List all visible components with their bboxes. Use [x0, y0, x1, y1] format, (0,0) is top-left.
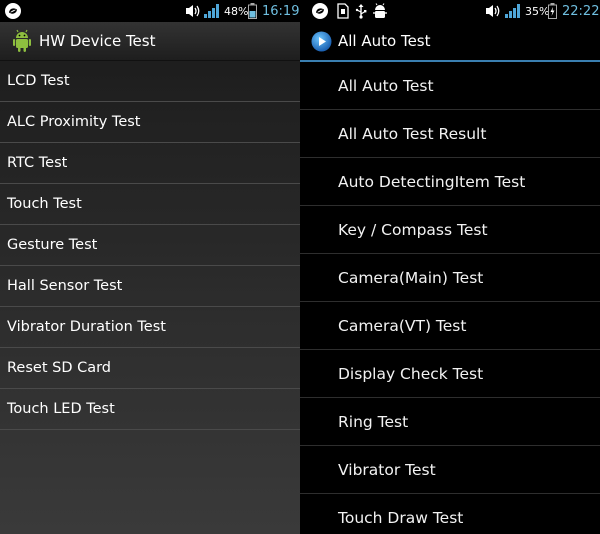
list-item[interactable]: Touch LED Test — [0, 389, 300, 430]
usb-icon — [354, 0, 368, 22]
clock: 22:22 — [562, 3, 600, 19]
page-title: All Auto Test — [338, 32, 431, 50]
clock: 16:19 — [262, 3, 300, 19]
title-bar: HW Device Test — [0, 22, 300, 61]
android-debug-icon — [372, 0, 388, 22]
list-item[interactable]: Key / Compass Test — [300, 206, 600, 254]
list-item[interactable]: All Auto Test Result — [300, 110, 600, 158]
play-circle-icon — [311, 31, 332, 52]
sync-swirl-icon — [4, 0, 22, 22]
list-item[interactable]: ALC Proximity Test — [0, 102, 300, 143]
list-item[interactable]: Touch Draw Test — [300, 494, 600, 534]
list-item[interactable]: Vibrator Duration Test — [0, 307, 300, 348]
list-item[interactable]: Camera(Main) Test — [300, 254, 600, 302]
speaker-volume-icon — [184, 0, 202, 22]
hw-device-test-screen: 48% 16:19 HW Device Test LCD Test ALC Pr… — [0, 0, 300, 534]
battery-icon — [248, 0, 257, 22]
test-list: All Auto Test All Auto Test Result Auto … — [300, 62, 600, 534]
list-item[interactable]: Auto DetectingItem Test — [300, 158, 600, 206]
list-item[interactable]: Vibrator Test — [300, 446, 600, 494]
test-list: LCD Test ALC Proximity Test RTC Test Tou… — [0, 61, 300, 430]
list-item[interactable]: Touch Test — [0, 184, 300, 225]
battery-icon — [548, 0, 557, 22]
sd-card-icon — [337, 0, 349, 22]
all-auto-test-screen: 35% 22:22 All Auto Test All Auto Test Al… — [300, 0, 600, 534]
list-item[interactable]: Ring Test — [300, 398, 600, 446]
signal-strength-icon — [204, 0, 219, 22]
title-bar: All Auto Test — [300, 22, 600, 62]
list-item[interactable]: Reset SD Card — [0, 348, 300, 389]
list-item[interactable]: Camera(VT) Test — [300, 302, 600, 350]
list-item[interactable]: Display Check Test — [300, 350, 600, 398]
signal-strength-icon — [505, 0, 520, 22]
page-title: HW Device Test — [39, 32, 156, 50]
list-item[interactable]: LCD Test — [0, 61, 300, 102]
list-item[interactable]: RTC Test — [0, 143, 300, 184]
list-item[interactable]: Hall Sensor Test — [0, 266, 300, 307]
battery-percent: 48% — [224, 4, 249, 18]
status-bar: 35% 22:22 — [300, 0, 600, 22]
speaker-volume-icon — [484, 0, 502, 22]
android-robot-icon — [11, 29, 33, 53]
battery-percent: 35% — [525, 4, 550, 18]
sync-swirl-icon — [311, 0, 329, 22]
status-bar: 48% 16:19 — [0, 0, 300, 22]
list-item[interactable]: All Auto Test — [300, 62, 600, 110]
list-item[interactable]: Gesture Test — [0, 225, 300, 266]
